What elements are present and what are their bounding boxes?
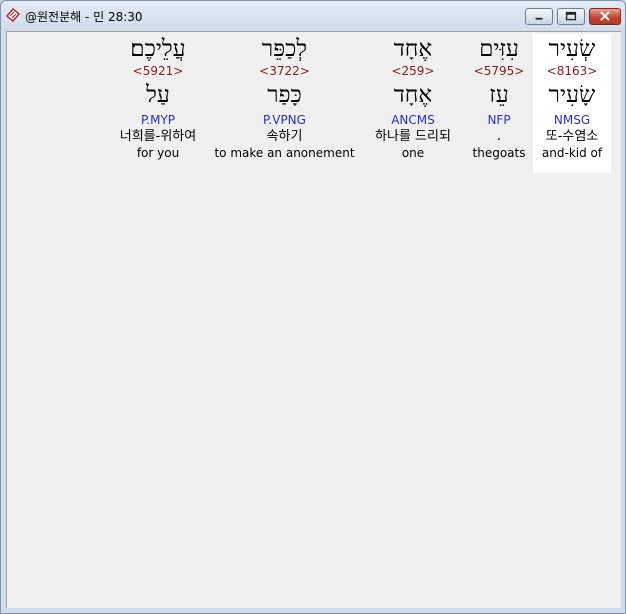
hebrew-root: עַל [146,82,170,108]
korean-gloss: 또-수염소 [545,129,599,144]
word-analysis-panel[interactable]: שְׂעִיר <8163> שָׂעִיר NMSG 또-수염소 and-ki… [6,31,621,608]
app-icon [6,8,20,22]
minimize-icon [535,17,543,20]
minimize-button[interactable] [525,8,553,25]
english-gloss: and-kid of [541,146,603,160]
english-gloss: to make an anonement [214,146,355,160]
korean-gloss: 속하기 [266,129,303,144]
korean-gloss: 너희를-위하여 [119,129,197,144]
parsing-code: ANCMS [391,113,435,127]
hebrew-word: עִזִּים [479,36,519,62]
parsing-code: P.MYP [140,113,176,127]
word-column[interactable]: לְכַפֵּר <3722> כָּפַר P.VPNG 속하기 to mak… [212,34,357,173]
hebrew-root: כָּפַר [267,82,302,108]
hebrew-root: שָׂעִיר [548,82,596,108]
close-icon [600,11,610,21]
window-title: @원전분해 - 민 28:30 [25,10,143,24]
english-gloss: for you [136,146,180,160]
hebrew-word: שְׂעִיר [548,36,596,62]
title-bar[interactable]: @원전분해 - 민 28:30 [1,1,625,31]
parsing-code: NMSG [553,113,591,127]
strong-number[interactable]: <259> [359,64,467,78]
hebrew-root: אֶחָד [393,82,433,108]
word-column[interactable]: עִזִּים <5795> עֵז NFP . thegoats [470,34,528,173]
hebrew-word: עֲלֵיכֶם׃ [130,36,186,62]
strong-number[interactable]: <5921> [105,64,211,78]
english-gloss: one [401,146,425,160]
strong-number[interactable]: <3722> [212,64,357,78]
korean-gloss: 하나를 드리되 [375,129,451,144]
maximize-icon [565,11,577,21]
hebrew-root: עֵז [489,82,509,108]
hebrew-word: לְכַפֵּר [261,36,308,62]
strong-number[interactable]: <8163> [533,64,611,78]
close-button[interactable] [589,8,621,25]
word-column[interactable]: שְׂעִיר <8163> שָׂעִיר NMSG 또-수염소 and-ki… [533,34,611,173]
word-column[interactable]: אֶחָד <259> אֶחָד ANCMS 하나를 드리되 one [359,34,467,173]
english-gloss: thegoats [472,146,526,160]
parsing-code: NFP [487,113,511,127]
korean-gloss: . [496,129,502,144]
app-window: @원전분해 - 민 28:30 שְׂעִיר <8163> שָׂעִיר N… [0,0,626,614]
hebrew-word: אֶחָד [393,36,433,62]
parsing-code: P.VPNG [263,113,306,127]
maximize-button[interactable] [557,8,585,25]
word-column[interactable]: עֲלֵיכֶם׃ <5921> עַל P.MYP 너희를-위하여 for y… [105,34,211,173]
strong-number[interactable]: <5795> [470,64,528,78]
